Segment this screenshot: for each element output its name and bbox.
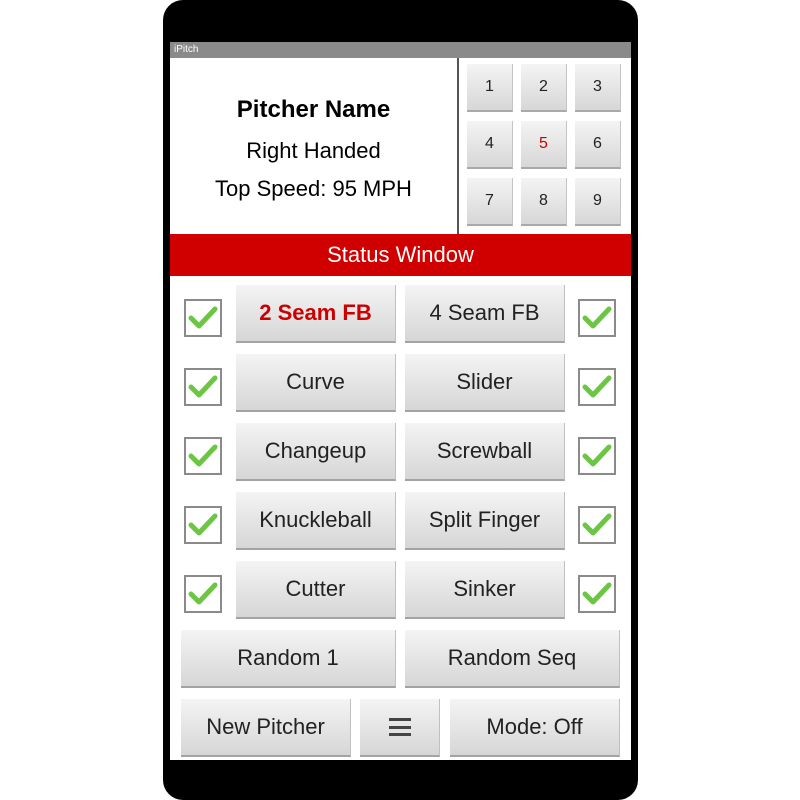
pitcher-top-speed: Top Speed: 95 MPH (215, 176, 412, 201)
random-1-button[interactable]: Random 1 (181, 630, 396, 688)
checkmark-icon (582, 306, 612, 329)
pitch-button-curve[interactable]: Curve (236, 354, 396, 412)
pitch-button-knuckleball[interactable]: Knuckleball (236, 492, 396, 550)
keypad-key-1[interactable]: 1 (467, 64, 513, 112)
status-window: Status Window (170, 234, 631, 276)
pitch-checkbox-split-finger[interactable] (578, 506, 616, 544)
keypad-key-2[interactable]: 2 (521, 64, 567, 112)
new-pitcher-button[interactable]: New Pitcher (181, 699, 351, 757)
pitch-checkbox-slider[interactable] (578, 368, 616, 406)
pitch-checkbox-4-seam-fb[interactable] (578, 299, 616, 337)
app-screen: iPitch Pitcher Name Right Handed Top Spe… (170, 42, 631, 760)
pitch-checkbox-curve[interactable] (184, 368, 222, 406)
pitch-button-4-seam-fb[interactable]: 4 Seam FB (405, 285, 565, 343)
menu-button[interactable] (360, 699, 440, 757)
checkmark-icon (188, 513, 218, 536)
random-seq-button[interactable]: Random Seq (405, 630, 620, 688)
pitcher-name: Pitcher Name (236, 96, 391, 123)
keypad-key-4[interactable]: 4 (467, 121, 513, 169)
pitch-button-cutter[interactable]: Cutter (236, 561, 396, 619)
keypad-key-7[interactable]: 7 (467, 178, 513, 226)
checkmark-icon (188, 582, 218, 605)
keypad-key-3[interactable]: 3 (575, 64, 621, 112)
panel-divider (457, 58, 459, 234)
checkmark-icon (188, 306, 218, 329)
pitch-button-sinker[interactable]: Sinker (405, 561, 565, 619)
window-title: iPitch (170, 42, 631, 58)
pitch-button-2-seam-fb[interactable]: 2 Seam FB (236, 285, 396, 343)
keypad-key-6[interactable]: 6 (575, 121, 621, 169)
checkmark-icon (582, 375, 612, 398)
checkmark-icon (188, 375, 218, 398)
zone-keypad: 1 2 3 4 5 6 7 8 9 (465, 62, 625, 232)
pitch-button-screwball[interactable]: Screwball (405, 423, 565, 481)
pitch-checkbox-changeup[interactable] (184, 437, 222, 475)
pitch-checkbox-sinker[interactable] (578, 575, 616, 613)
checkmark-icon (188, 444, 218, 467)
keypad-key-5[interactable]: 5 (521, 121, 567, 169)
menu-icon (388, 718, 411, 736)
keypad-key-9[interactable]: 9 (575, 178, 621, 226)
pitch-button-split-finger[interactable]: Split Finger (405, 492, 565, 550)
checkmark-icon (582, 513, 612, 536)
pitch-checkbox-knuckleball[interactable] (184, 506, 222, 544)
pitcher-info-panel: Pitcher Name Right Handed Top Speed: 95 … (170, 58, 457, 234)
pitch-button-changeup[interactable]: Changeup (236, 423, 396, 481)
pitch-button-slider[interactable]: Slider (405, 354, 565, 412)
checkmark-icon (582, 582, 612, 605)
pitch-checkbox-screwball[interactable] (578, 437, 616, 475)
checkmark-icon (582, 444, 612, 467)
pitcher-handedness: Right Handed (246, 138, 381, 163)
mode-toggle-button[interactable]: Mode: Off (450, 699, 620, 757)
pitch-checkbox-2-seam-fb[interactable] (184, 299, 222, 337)
keypad-key-8[interactable]: 8 (521, 178, 567, 226)
pitch-checkbox-cutter[interactable] (184, 575, 222, 613)
